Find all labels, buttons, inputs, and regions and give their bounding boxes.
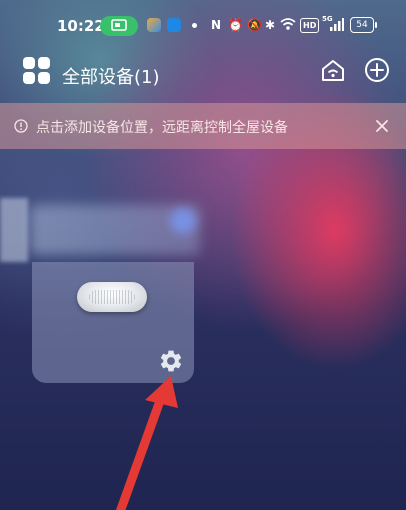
nfc-icon: N: [211, 18, 222, 32]
app-notification-icon: [147, 18, 161, 32]
alarm-icon: ⏰: [228, 18, 243, 32]
top-app-bar: 全部设备(1): [0, 54, 406, 94]
device-thumbnail: [77, 282, 147, 312]
status-bar: 10:22 N ⏰ 🔕 ✱ HD 5G 54: [0, 0, 406, 54]
gear-icon[interactable]: [158, 348, 184, 374]
status-time: 10:22: [57, 17, 105, 35]
more-notifications-dot: [192, 23, 197, 28]
battery-level: 54: [356, 20, 368, 30]
arrow-shaft: [115, 393, 166, 510]
mute-icon: 🔕: [247, 18, 262, 32]
info-circle-icon: [14, 119, 28, 133]
page-title: 全部设备(1): [62, 67, 160, 88]
grid-apps-icon[interactable]: [23, 57, 51, 85]
signal-icon: [330, 18, 344, 31]
battery-indicator: 54: [350, 17, 377, 33]
screen-cast-icon: [111, 19, 127, 31]
bluetooth-icon: ✱: [265, 18, 276, 32]
app-notification-icon-2: [167, 18, 181, 32]
banner-text: 点击添加设备位置，远距离控制全屋设备: [36, 120, 288, 136]
location-tip-banner[interactable]: 点击添加设备位置，远距离控制全屋设备: [0, 103, 406, 149]
home-wifi-icon[interactable]: [320, 57, 346, 83]
device-status-blurred: [170, 208, 196, 234]
blurred-region: [0, 198, 28, 262]
plus-circle-icon[interactable]: [364, 57, 390, 83]
screen-cast-indicator[interactable]: [100, 16, 138, 36]
close-icon[interactable]: [373, 117, 391, 135]
hd-badge: HD: [300, 18, 320, 33]
wifi-icon: [280, 18, 296, 30]
